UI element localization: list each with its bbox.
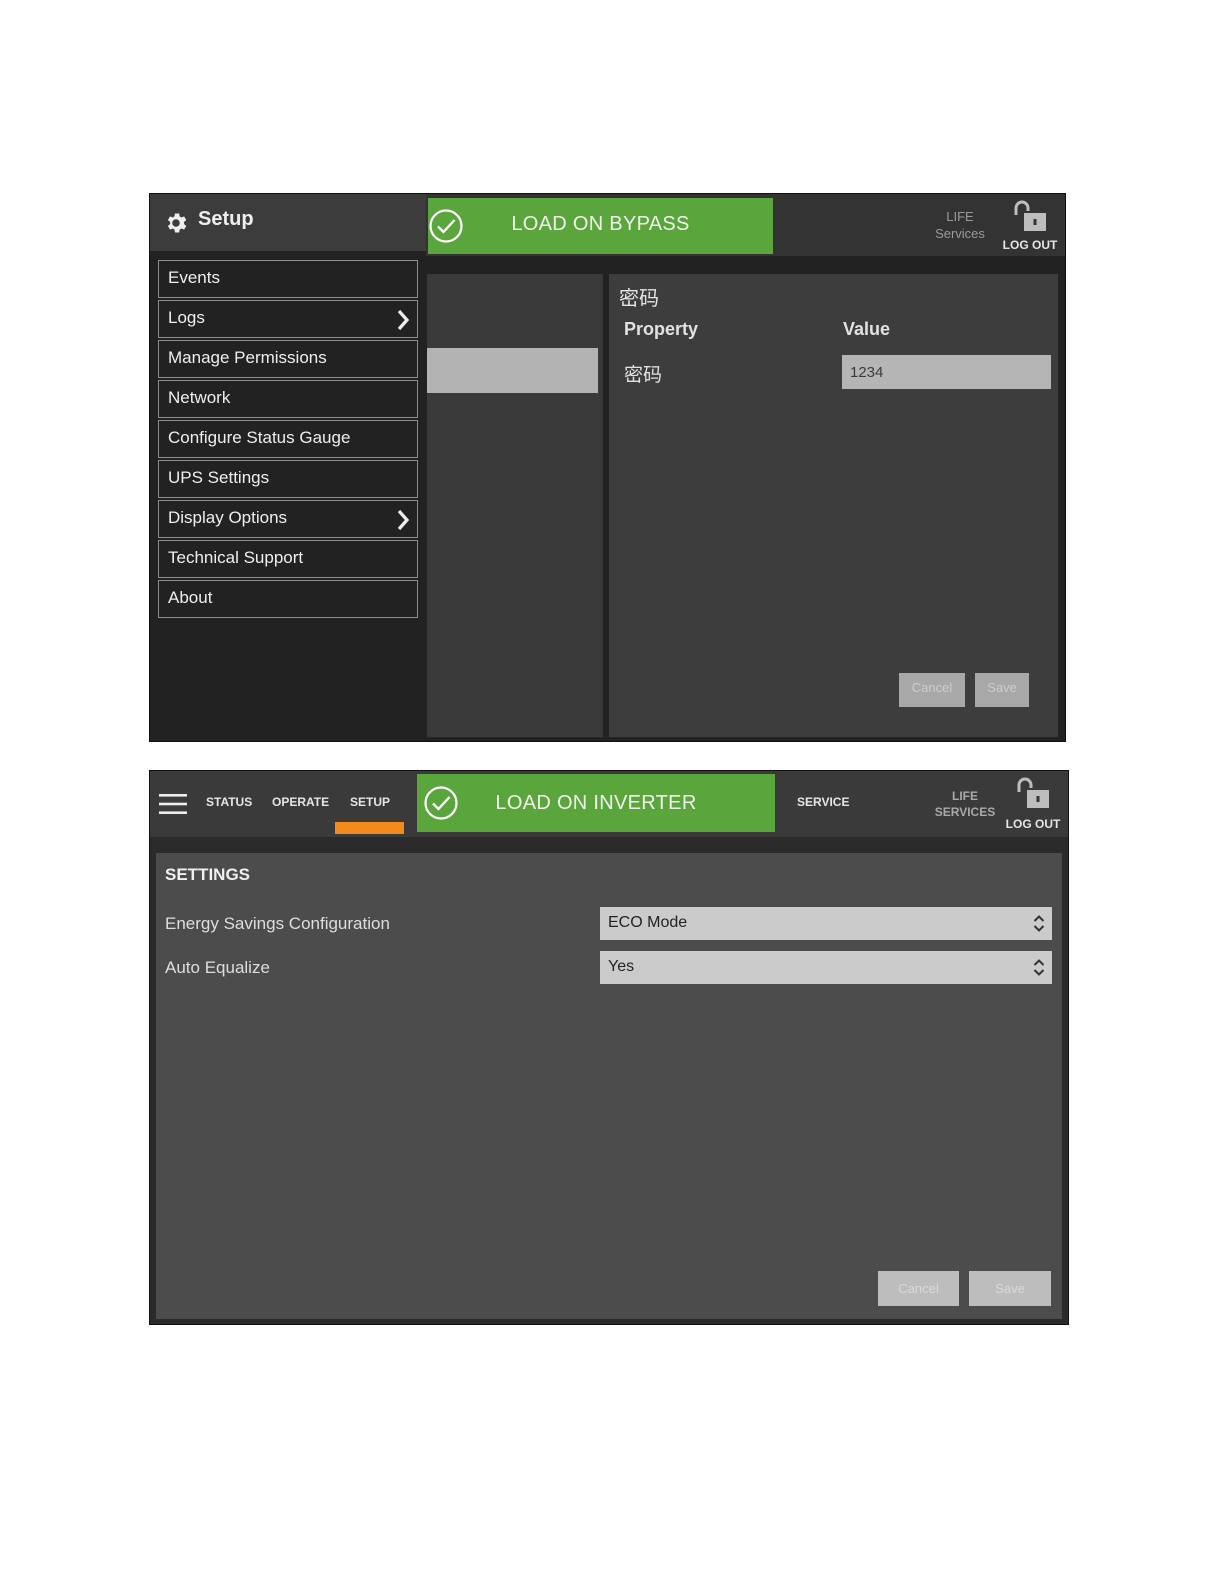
setup-menu-header[interactable]: Setup: [150, 194, 426, 251]
menu-item-label: Display Options: [168, 508, 288, 527]
settings-heading: SETTINGS: [165, 865, 251, 884]
menu-item-network[interactable]: Network: [158, 380, 418, 418]
logout-label: LOG OUT: [1005, 817, 1061, 831]
cancel-button[interactable]: Cancel: [878, 1271, 959, 1306]
tab-operate[interactable]: OPERATE: [272, 795, 329, 809]
panel-heading: 密码: [619, 288, 659, 310]
property-panel: 密码 Property Value 密码 Cancel Save: [609, 274, 1058, 737]
setup-menu: Events Logs Manage Permissions Network C…: [158, 260, 418, 620]
menu-item-label: Configure Status Gauge: [168, 428, 351, 447]
hamburger-icon[interactable]: [159, 793, 187, 815]
logout-label: LOG OUT: [1002, 238, 1058, 252]
auto-equalize-select[interactable]: Yes: [600, 951, 1052, 984]
menu-item-label: Events: [168, 268, 220, 287]
active-tab-indicator: [335, 822, 404, 834]
select-arrows-icon: [1033, 915, 1045, 932]
select-value: Yes: [608, 958, 635, 975]
setup-menu-screen: Setup LOAD ON BYPASS LIFE Services LOG O…: [149, 193, 1066, 742]
menu-item-label: Logs: [168, 308, 205, 327]
chevron-right-icon: [397, 509, 410, 531]
unlock-icon: [1014, 200, 1046, 231]
settings-panel: SETTINGS Energy Savings Configuration EC…: [156, 853, 1062, 1319]
menu-item-label: UPS Settings: [168, 468, 270, 487]
middle-panel: [427, 274, 603, 737]
menu-item-label: Technical Support: [168, 548, 304, 567]
status-banner-text: LOAD ON BYPASS: [511, 213, 690, 235]
chevron-right-icon: [397, 309, 410, 331]
unlock-icon: [1017, 777, 1049, 808]
menu-item-configure-status-gauge[interactable]: Configure Status Gauge: [158, 420, 418, 458]
tab-service[interactable]: SERVICE: [797, 795, 849, 809]
tab-status[interactable]: STATUS: [206, 795, 252, 809]
status-banner-text: LOAD ON INVERTER: [495, 792, 697, 814]
status-banner[interactable]: LOAD ON BYPASS: [428, 198, 773, 254]
menu-item-label: Network: [168, 388, 231, 407]
menu-item-display-options[interactable]: Display Options: [158, 500, 418, 538]
energy-savings-select[interactable]: ECO Mode: [600, 907, 1052, 940]
menu-item-about[interactable]: About: [158, 580, 418, 618]
column-header-value: Value: [843, 319, 891, 339]
menu-item-manage-permissions[interactable]: Manage Permissions: [158, 340, 418, 378]
gear-icon: [167, 213, 187, 233]
select-arrows-icon: [1033, 959, 1045, 976]
logout-button[interactable]: LOG OUT: [998, 777, 1068, 833]
setting-label-energy-savings: Energy Savings Configuration: [165, 914, 390, 933]
save-button[interactable]: Save: [975, 673, 1029, 707]
save-button[interactable]: Save: [969, 1271, 1051, 1306]
logout-button[interactable]: LOG OUT: [995, 200, 1065, 254]
menu-item-label: Manage Permissions: [168, 348, 327, 367]
selected-list-item[interactable]: [427, 348, 598, 393]
menu-item-ups-settings[interactable]: UPS Settings: [158, 460, 418, 498]
status-banner[interactable]: LOAD ON INVERTER: [417, 774, 775, 832]
menu-item-events[interactable]: Events: [158, 260, 418, 298]
setting-label-auto-equalize: Auto Equalize: [165, 958, 270, 977]
cancel-button[interactable]: Cancel: [899, 673, 965, 707]
tab-setup[interactable]: SETUP: [350, 795, 390, 809]
column-header-property: Property: [624, 319, 699, 339]
settings-screen: STATUS OPERATE SETUP LOAD ON INVERTER SE…: [149, 770, 1069, 1325]
setup-title: Setup: [198, 208, 254, 230]
password-value-input[interactable]: [842, 355, 1051, 389]
property-name: 密码: [624, 365, 663, 386]
menu-item-label: About: [168, 588, 213, 607]
menu-item-logs[interactable]: Logs: [158, 300, 418, 338]
select-value: ECO Mode: [608, 914, 688, 931]
menu-item-technical-support[interactable]: Technical Support: [158, 540, 418, 578]
